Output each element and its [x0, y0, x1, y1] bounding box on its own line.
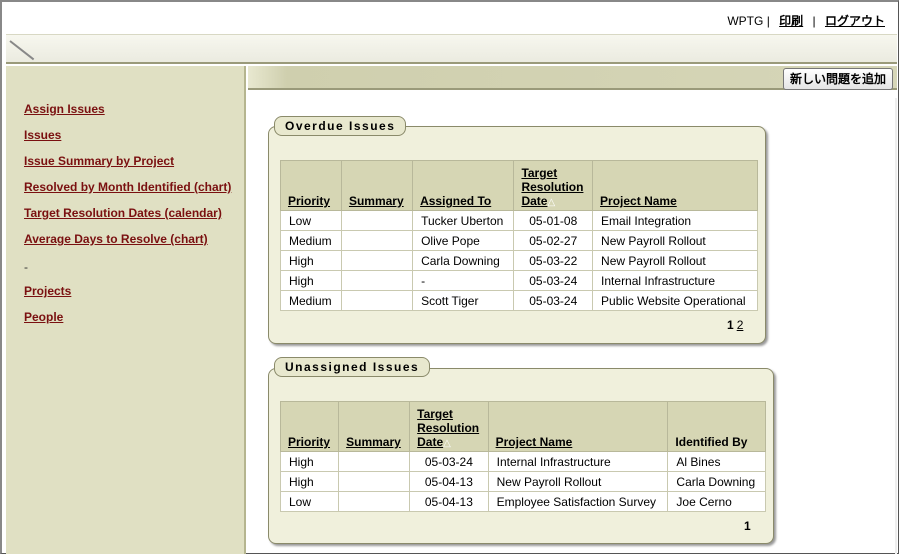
column-header-project-name[interactable]: Project Name — [592, 160, 758, 211]
cell-project: New Payroll Rollout — [487, 471, 669, 492]
unassigned-issues-table: Priority Summary Target Resolution Date△… — [279, 401, 766, 512]
page-current: 1 — [727, 318, 734, 332]
sidebar-item-issues[interactable]: Issues — [24, 128, 61, 142]
cell-target-date: 05-03-24 — [513, 270, 594, 291]
sidebar-item-people[interactable]: People — [24, 310, 63, 324]
sidebar-item-issue-summary[interactable]: Issue Summary by Project — [24, 154, 174, 168]
sidebar-separator: - — [24, 260, 28, 274]
cell-project: New Payroll Rollout — [592, 230, 758, 251]
cell-summary — [338, 451, 411, 472]
username: WPTG — [727, 14, 764, 28]
header-band — [6, 34, 897, 64]
cell-target-date: 05-02-27 — [513, 230, 594, 251]
cell-priority: High — [279, 471, 340, 492]
top-links: WPTG | 印刷 | ログアウト — [727, 12, 885, 29]
cell-identified-by: Carla Downing — [667, 471, 766, 492]
table-row: Medium Scott Tiger 05-03-24 Public Websi… — [280, 290, 758, 311]
sort-ascending-icon: △ — [443, 438, 451, 449]
cell-project: Public Website Operational — [592, 290, 758, 311]
logout-link[interactable]: ログアウト — [825, 14, 885, 28]
page-link-2[interactable]: 2 — [737, 318, 744, 332]
cell-assigned-to: Olive Pope — [412, 230, 515, 251]
cell-priority: Medium — [280, 290, 342, 311]
cell-project: New Payroll Rollout — [592, 250, 758, 271]
cell-target-date: 05-01-08 — [513, 210, 594, 231]
sidebar-item-average-days-chart[interactable]: Average Days to Resolve (chart) — [24, 232, 208, 246]
cell-project: Employee Satisfaction Survey — [487, 491, 669, 512]
cell-project: Internal Infrastructure — [487, 451, 669, 472]
overdue-pagination: 12 — [727, 318, 743, 332]
sort-ascending-icon: △ — [547, 197, 556, 208]
cell-project: Internal Infrastructure — [592, 270, 758, 291]
sidebar-item-projects[interactable]: Projects — [24, 284, 71, 298]
unassigned-pagination: 1 — [744, 519, 751, 533]
table-row: Low 05-04-13 Employee Satisfaction Surve… — [279, 491, 766, 512]
cell-project: Email Integration — [592, 210, 758, 231]
top-bar: WPTG | 印刷 | ログアウト — [2, 2, 897, 34]
cell-target-date: 05-03-24 — [513, 290, 594, 311]
cell-target-date: 05-04-13 — [409, 491, 489, 512]
add-issue-button[interactable]: 新しい問題を追加 — [782, 68, 893, 90]
cell-summary — [340, 250, 414, 271]
column-header-summary[interactable]: Summary — [338, 401, 411, 452]
cell-identified-by: Joe Cerno — [667, 491, 766, 512]
unassigned-issues-title: Unassigned Issues — [274, 357, 431, 377]
cell-assigned-to: Scott Tiger — [412, 290, 515, 311]
cell-priority: High — [279, 451, 340, 472]
sidebar-item-assign-issues[interactable]: Assign Issues — [24, 102, 105, 116]
overdue-issues-title: Overdue Issues — [274, 116, 407, 136]
cell-priority: Low — [279, 491, 340, 512]
cell-priority: Low — [280, 210, 342, 231]
cell-priority: Medium — [280, 230, 342, 251]
cell-summary — [340, 270, 414, 291]
table-row: High 05-04-13 New Payroll Rollout Carla … — [279, 471, 766, 492]
column-header-assigned-to[interactable]: Assigned To — [412, 160, 515, 211]
content-edge — [895, 98, 897, 554]
cell-assigned-to: - — [412, 270, 515, 291]
cell-summary — [340, 230, 414, 251]
table-row: High Carla Downing 05-03-22 New Payroll … — [280, 250, 758, 271]
cell-priority: High — [280, 270, 342, 291]
column-header-priority[interactable]: Priority — [280, 160, 342, 211]
divider: | — [812, 14, 816, 28]
cell-assigned-to: Carla Downing — [412, 250, 515, 271]
cell-target-date: 05-03-22 — [513, 250, 594, 271]
cell-assigned-to: Tucker Uberton — [412, 210, 515, 231]
print-link[interactable]: 印刷 — [779, 14, 803, 28]
column-header-identified-by: Identified By — [667, 401, 766, 452]
cell-target-date: 05-04-13 — [409, 471, 489, 492]
table-row: Low Tucker Uberton 05-01-08 Email Integr… — [280, 210, 758, 231]
column-header-target-date[interactable]: Target Resolution Date△ — [513, 160, 594, 211]
divider: | — [766, 14, 770, 28]
page-current: 1 — [744, 519, 751, 533]
sidebar: Assign Issues Issues Issue Summary by Pr… — [6, 66, 246, 554]
column-header-summary[interactable]: Summary — [340, 160, 414, 211]
cell-summary — [340, 210, 414, 231]
cell-target-date: 05-03-24 — [409, 451, 489, 472]
sidebar-item-resolved-chart[interactable]: Resolved by Month Identified (chart) — [24, 180, 231, 194]
cell-summary — [338, 491, 411, 512]
cell-identified-by: Al Bines — [667, 451, 766, 472]
table-row: Medium Olive Pope 05-02-27 New Payroll R… — [280, 230, 758, 251]
cell-priority: High — [280, 250, 342, 271]
sidebar-item-target-calendar[interactable]: Target Resolution Dates (calendar) — [24, 206, 222, 220]
table-row: High - 05-03-24 Internal Infrastructure — [280, 270, 758, 291]
column-header-project-name[interactable]: Project Name — [487, 401, 669, 452]
column-header-target-date[interactable]: Target Resolution Date△ — [409, 401, 489, 452]
cell-summary — [338, 471, 411, 492]
table-row: High 05-03-24 Internal Infrastructure Al… — [279, 451, 766, 472]
overdue-issues-table: Priority Summary Assigned To Target Reso… — [280, 160, 758, 311]
column-header-priority[interactable]: Priority — [279, 401, 340, 452]
app-window: WPTG | 印刷 | ログアウト Assign Issues Issues I… — [0, 0, 899, 554]
cell-summary — [340, 290, 414, 311]
